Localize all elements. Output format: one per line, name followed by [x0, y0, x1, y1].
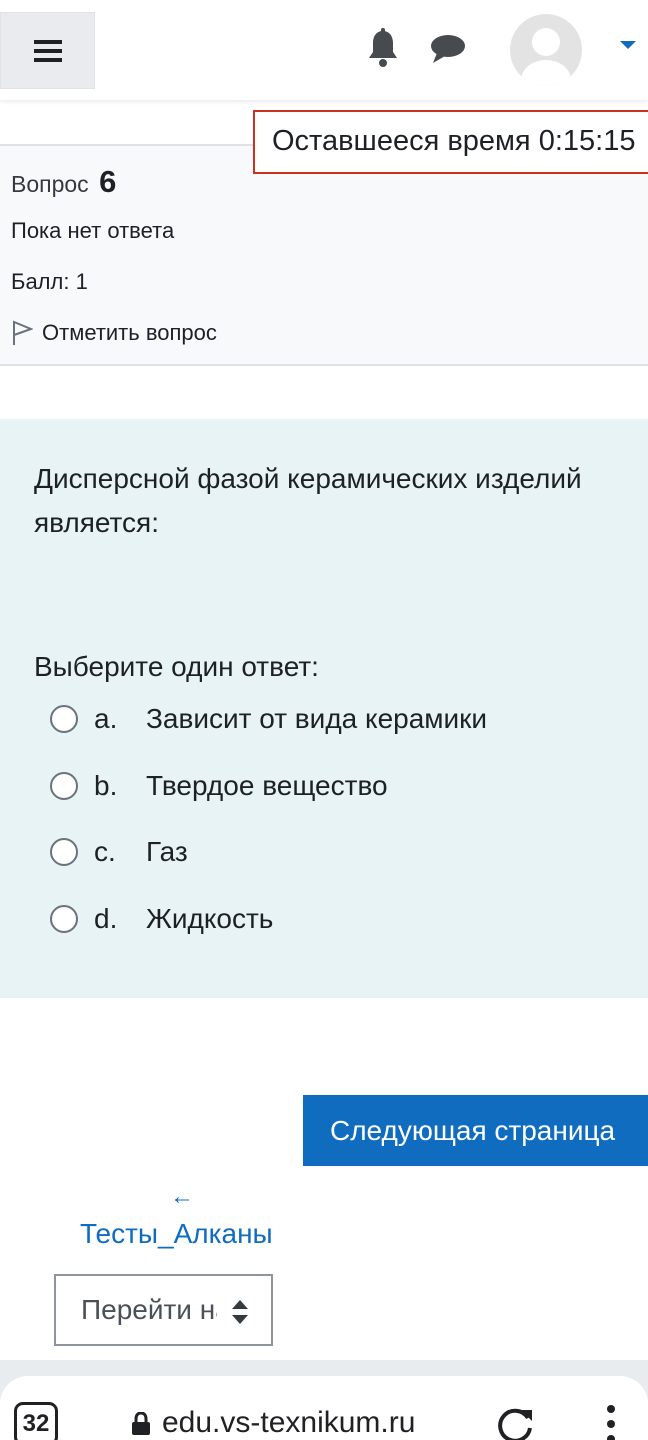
caret-down-icon[interactable]	[620, 41, 636, 49]
lock-icon	[132, 1412, 150, 1435]
top-navbar	[0, 0, 648, 100]
bell-icon[interactable]	[366, 28, 400, 68]
radio-button[interactable]	[50, 838, 78, 866]
jump-to-select[interactable]: Перейти на...	[54, 1274, 273, 1346]
next-page-button[interactable]: Следующая страница	[303, 1095, 648, 1166]
question-number-value: 6	[99, 164, 117, 199]
answer-letter: d.	[94, 903, 118, 934]
answer-letter: a.	[94, 703, 118, 734]
answer-letter: c.	[94, 836, 116, 867]
question-formulation: Дисперсной фазой керамических изделий яв…	[0, 419, 648, 998]
answer-prompt: Выберите один ответ:	[34, 651, 319, 682]
hamburger-icon	[33, 39, 62, 62]
question-state: Пока нет ответа	[11, 218, 175, 243]
question-label: Вопрос	[11, 171, 89, 197]
question-text: Дисперсной фазой керамических изделий яв…	[34, 463, 582, 538]
browser-address-bar: 32 edu.vs-texnikum.ru	[0, 1376, 648, 1440]
jump-to-label: Перейти на...	[81, 1294, 217, 1325]
kebab-menu-icon[interactable]	[606, 1404, 616, 1440]
answer-text[interactable]: Жидкость	[146, 903, 273, 935]
answer-option-b[interactable]: b. Твердое вещество	[50, 766, 388, 806]
chat-icon[interactable]	[429, 33, 467, 65]
answer-option-d[interactable]: d. Жидкость	[50, 899, 273, 939]
question-info: Вопрос 6 Пока нет ответа Балл: 1 Отметит…	[0, 144, 648, 366]
previous-arrow-icon[interactable]: ←	[170, 1183, 194, 1211]
answer-text[interactable]: Твердое вещество	[146, 770, 388, 802]
flag-question-link[interactable]: Отметить вопрос	[11, 320, 217, 346]
radio-button[interactable]	[50, 772, 78, 800]
radio-button[interactable]	[50, 905, 78, 933]
radio-button[interactable]	[50, 705, 78, 733]
menu-button[interactable]	[0, 12, 95, 89]
previous-activity-link[interactable]: Тесты_Алканы	[80, 1218, 273, 1250]
question-grade: Балл: 1	[11, 269, 88, 294]
tab-switcher-button[interactable]: 32	[14, 1402, 58, 1440]
answer-text[interactable]: Газ	[146, 836, 188, 868]
reload-icon[interactable]	[494, 1404, 536, 1440]
user-avatar-icon[interactable]	[510, 14, 582, 86]
flag-question-label: Отметить вопрос	[42, 320, 217, 345]
select-arrows-icon	[232, 1300, 248, 1324]
answer-letter: b.	[94, 770, 118, 801]
answer-option-c[interactable]: c. Газ	[50, 832, 188, 872]
flag-icon	[13, 320, 33, 345]
answer-text[interactable]: Зависит от вида керамики	[146, 703, 487, 735]
question-number: Вопрос 6	[11, 164, 116, 200]
url-text[interactable]: edu.vs-texnikum.ru	[162, 1406, 415, 1440]
answer-option-a[interactable]: a. Зависит от вида керамики	[50, 699, 487, 739]
quiz-timer: Оставшееся время 0:15:15	[253, 110, 648, 174]
page: Оставшееся время 0:15:15 Вопрос 6 Пока н…	[0, 0, 648, 1440]
